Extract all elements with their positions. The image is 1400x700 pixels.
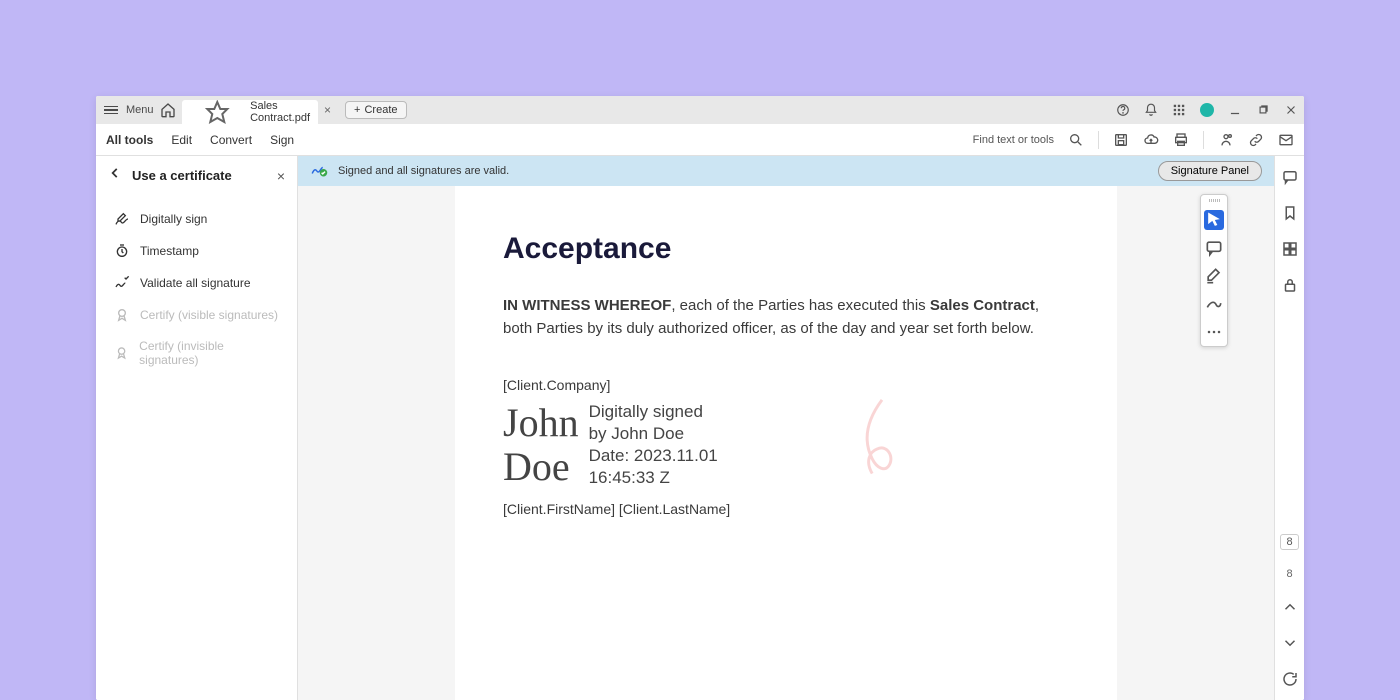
check-signature-icon <box>114 275 130 291</box>
page-total: 8 <box>1286 568 1292 580</box>
window-restore-icon[interactable] <box>1256 103 1270 117</box>
sidebar-item-certify-visible: Certify (visible signatures) <box>104 299 289 331</box>
witness-paragraph: IN WITNESS WHEREOF, each of the Parties … <box>503 294 1069 341</box>
sidebar-title: Use a certificate <box>132 168 267 183</box>
star-icon <box>190 100 245 124</box>
find-label[interactable]: Find text or tools <box>973 134 1054 146</box>
sig-name-line1: John <box>503 401 579 445</box>
toolbar: All tools Edit Convert Sign Find text or… <box>96 124 1304 156</box>
bell-icon[interactable] <box>1144 103 1158 117</box>
sig-meta-line: 16:45:33 Z <box>589 467 718 489</box>
para-lead: IN WITNESS WHEREOF <box>503 297 671 314</box>
sidebar-item-label: Certify (invisible signatures) <box>139 339 279 367</box>
drag-handle-icon[interactable] <box>1206 199 1222 202</box>
page-up-icon[interactable] <box>1281 598 1299 616</box>
page-current[interactable]: 8 <box>1280 534 1298 550</box>
sidebar-item-label: Digitally sign <box>140 212 207 226</box>
sig-meta-line: Digitally signed <box>589 401 718 423</box>
sidebar-header: Use a certificate × <box>96 156 297 195</box>
client-company-field: [Client.Company] <box>503 377 1069 393</box>
signature-name: John Doe <box>503 401 579 489</box>
sidebar-item-digitally-sign[interactable]: Digitally sign <box>104 203 289 235</box>
window-close-icon[interactable] <box>1284 103 1298 117</box>
right-column: 8 8 <box>1274 156 1304 700</box>
floating-toolbox[interactable] <box>1200 194 1228 347</box>
tool-convert[interactable]: Convert <box>210 133 252 147</box>
plus-icon: + <box>354 104 360 116</box>
para-bold2: Sales Contract <box>930 297 1035 314</box>
main: Use a certificate × Digitally sign Times… <box>96 156 1304 700</box>
signature-meta: Digitally signed by John Doe Date: 2023.… <box>589 401 718 489</box>
signature-block[interactable]: John Doe Digitally signed by John Doe Da… <box>503 401 1069 489</box>
sidebar-item-label: Validate all signature <box>140 276 251 290</box>
avatar[interactable] <box>1200 103 1214 117</box>
thumbnails-panel-icon[interactable] <box>1281 240 1299 258</box>
titlebar-right <box>1116 103 1298 117</box>
lock-panel-icon[interactable] <box>1281 276 1299 294</box>
create-label: Create <box>364 104 397 116</box>
bookmarks-panel-icon[interactable] <box>1281 204 1299 222</box>
client-name-field: [Client.FirstName] [Client.LastName] <box>503 501 1069 517</box>
toolbar-right: Find text or tools <box>973 131 1294 149</box>
page-heading: Acceptance <box>503 232 1069 266</box>
home-icon[interactable] <box>160 102 176 118</box>
window-minimize-icon[interactable] <box>1228 103 1242 117</box>
comment-tool-icon[interactable] <box>1204 238 1224 258</box>
sidebar-item-label: Certify (visible signatures) <box>140 308 278 322</box>
banner-text: Signed and all signatures are valid. <box>338 165 509 177</box>
sidebar-item-label: Timestamp <box>140 244 199 258</box>
sidebar-item-timestamp[interactable]: Timestamp <box>104 235 289 267</box>
sidebar: Use a certificate × Digitally sign Times… <box>96 156 298 700</box>
titlebar-left: Menu Sales Contract.pdf × + Create <box>102 96 407 124</box>
document-page: Acceptance IN WITNESS WHEREOF, each of t… <box>455 186 1117 700</box>
page-down-icon[interactable] <box>1281 634 1299 652</box>
clock-icon <box>114 243 130 259</box>
print-icon[interactable] <box>1173 132 1189 148</box>
help-icon[interactable] <box>1116 103 1130 117</box>
signature-valid-icon <box>310 160 328 183</box>
app-window: Menu Sales Contract.pdf × + Create <box>96 96 1304 700</box>
cloud-upload-icon[interactable] <box>1143 132 1159 148</box>
tool-edit[interactable]: Edit <box>171 133 192 147</box>
document-tab[interactable]: Sales Contract.pdf <box>182 100 319 124</box>
sig-name-line2: Doe <box>503 445 579 489</box>
sig-meta-line: Date: 2023.11.01 <box>589 445 718 467</box>
tool-all-tools[interactable]: All tools <box>106 133 153 147</box>
pen-icon <box>114 211 130 227</box>
sidebar-close-icon[interactable]: × <box>277 168 285 184</box>
rotate-icon[interactable] <box>1281 670 1299 688</box>
content-area: Signed and all signatures are valid. Sig… <box>298 156 1274 700</box>
signature-banner: Signed and all signatures are valid. Sig… <box>298 156 1274 186</box>
draw-tool-icon[interactable] <box>1204 294 1224 314</box>
share-icon[interactable] <box>1218 132 1234 148</box>
ribbon-icon <box>114 307 130 323</box>
sidebar-item-certify-invisible: Certify (invisible signatures) <box>104 331 289 375</box>
back-icon[interactable] <box>108 166 122 185</box>
hamburger-icon[interactable] <box>102 104 120 117</box>
mail-icon[interactable] <box>1278 132 1294 148</box>
ribbon-icon <box>114 345 129 361</box>
signature-panel-button[interactable]: Signature Panel <box>1158 161 1262 181</box>
save-icon[interactable] <box>1113 132 1129 148</box>
sidebar-item-validate[interactable]: Validate all signature <box>104 267 289 299</box>
divider <box>1098 131 1099 149</box>
menu-label[interactable]: Menu <box>126 104 154 116</box>
sidebar-list: Digitally sign Timestamp Validate all si… <box>96 195 297 383</box>
divider <box>1203 131 1204 149</box>
select-tool-icon[interactable] <box>1204 210 1224 230</box>
para-mid: , each of the Parties has executed this <box>671 297 930 314</box>
comments-panel-icon[interactable] <box>1281 168 1299 186</box>
tool-sign[interactable]: Sign <box>270 133 294 147</box>
sig-meta-line: by John Doe <box>589 423 718 445</box>
titlebar: Menu Sales Contract.pdf × + Create <box>96 96 1304 124</box>
link-icon[interactable] <box>1248 132 1264 148</box>
create-button[interactable]: + Create <box>345 101 406 119</box>
highlight-tool-icon[interactable] <box>1204 266 1224 286</box>
more-tools-icon[interactable] <box>1204 322 1224 342</box>
tab-close-icon[interactable]: × <box>324 103 331 117</box>
document-canvas[interactable]: Acceptance IN WITNESS WHEREOF, each of t… <box>298 186 1274 700</box>
apps-grid-icon[interactable] <box>1172 103 1186 117</box>
search-icon[interactable] <box>1068 132 1084 148</box>
tab-title: Sales Contract.pdf <box>250 100 310 124</box>
